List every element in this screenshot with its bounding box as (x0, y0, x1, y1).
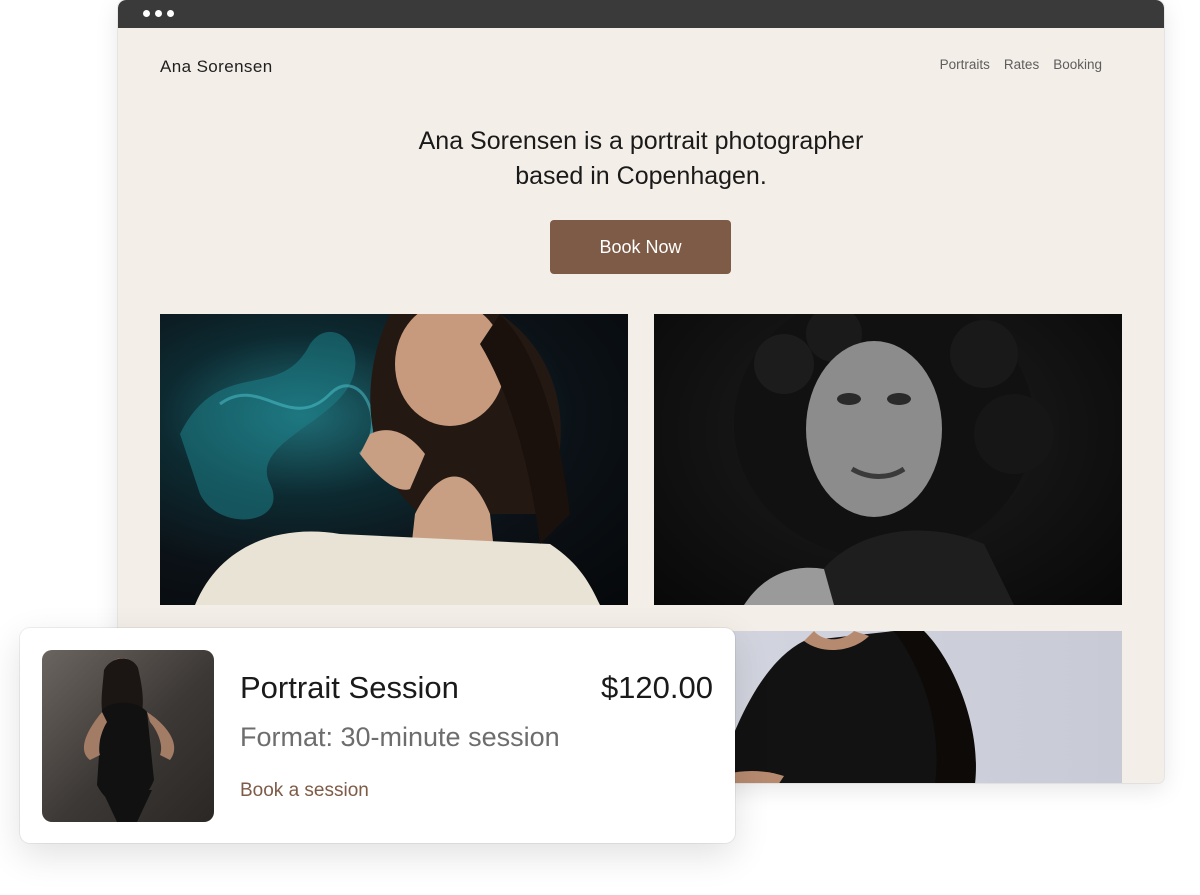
window-dot-icon (155, 10, 162, 17)
portrait-curly-hair-bw-image (734, 314, 1054, 605)
main-nav: Portraits Rates Booking (940, 57, 1102, 72)
portrait-woman-smoke-image (180, 314, 600, 605)
hero-headline: Ana Sorensen is a portrait photographer … (118, 124, 1164, 194)
product-thumbnail (42, 650, 214, 822)
gallery-photo-2[interactable] (654, 314, 1122, 605)
product-format: Format: 30-minute session (240, 722, 560, 752)
product-title: Portrait Session (240, 670, 459, 705)
nav-link-portraits[interactable]: Portraits (940, 57, 990, 72)
gallery-photo-1[interactable] (160, 314, 628, 605)
hero-headline-line-2: based in Copenhagen. (515, 162, 767, 190)
window-dot-icon (167, 10, 174, 17)
product-card[interactable]: Portrait Session $120.00 Format: 30-minu… (20, 628, 735, 843)
product-price: $120.00 (600, 670, 713, 705)
book-session-link[interactable]: Book a session (240, 780, 369, 802)
product-thumbnail-image (83, 658, 175, 822)
book-now-button[interactable]: Book Now (550, 220, 731, 274)
nav-link-booking[interactable]: Booking (1053, 57, 1102, 72)
site-logo[interactable]: Ana Sorensen (160, 57, 273, 77)
browser-title-bar (118, 0, 1164, 28)
hero-headline-line-1: Ana Sorensen is a portrait photographer (418, 127, 864, 155)
nav-link-rates[interactable]: Rates (1004, 57, 1039, 72)
window-dot-icon (143, 10, 150, 17)
